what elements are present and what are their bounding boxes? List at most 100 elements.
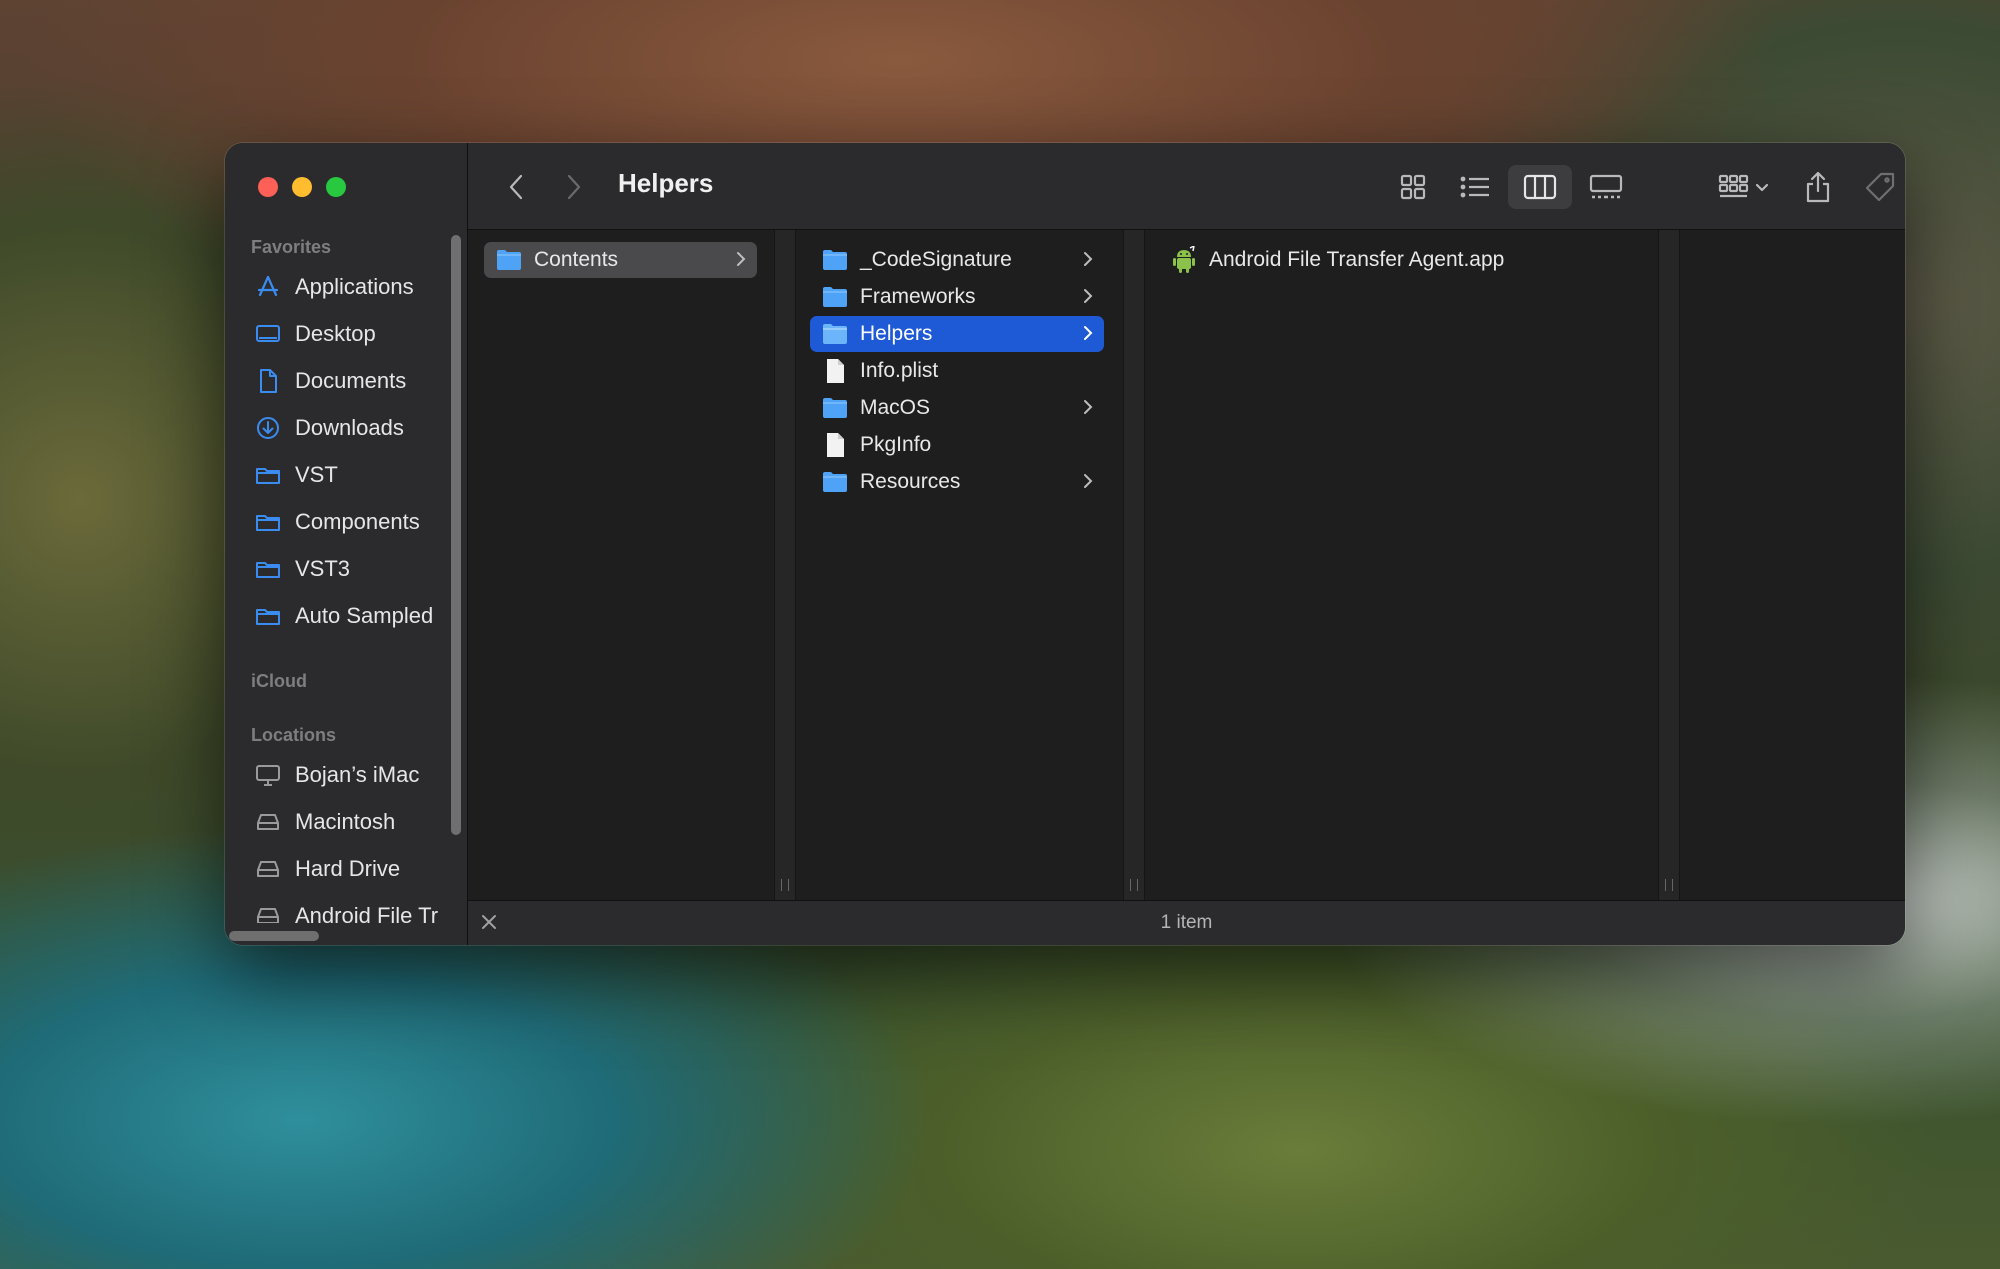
sidebar-item-label: Desktop: [295, 321, 376, 346]
list-item-info-plist[interactable]: Info.plist: [810, 353, 1104, 389]
sidebar-header-icloud[interactable]: iCloud: [251, 671, 307, 692]
sidebar-vertical-scrollbar[interactable]: [451, 235, 461, 835]
item-label: PkgInfo: [860, 433, 932, 456]
sidebar-item-applications[interactable]: Applications: [255, 267, 414, 307]
chevron-right-icon: [1084, 326, 1093, 340]
sidebar-item-vst[interactable]: VST: [255, 455, 338, 495]
zoom-window-button[interactable]: [326, 177, 346, 197]
item-label: Resources: [860, 470, 961, 493]
chevron-right-icon: [1084, 400, 1093, 414]
back-button[interactable]: [498, 165, 534, 209]
sidebar-item-downloads[interactable]: Downloads: [255, 408, 404, 448]
window-controls: [258, 177, 346, 197]
list-icon: [1460, 176, 1489, 198]
item-label: Helpers: [860, 322, 933, 345]
share-button[interactable]: [1796, 165, 1840, 209]
column-resize-handle[interactable]: [1123, 230, 1145, 901]
sidebar-item-label: Macintosh: [295, 809, 396, 834]
item-label: Contents: [534, 248, 619, 271]
sidebar-item-documents[interactable]: Documents: [255, 361, 406, 401]
item-label: Info.plist: [860, 359, 939, 382]
drive-icon: [257, 908, 279, 923]
sidebar-item-label: Bojan’s iMac: [295, 762, 420, 787]
sidebar-header-locations[interactable]: Locations: [251, 725, 336, 746]
group-by-button[interactable]: [1713, 165, 1777, 209]
sidebar-item-label: Downloads: [295, 415, 404, 440]
folder-icon: [496, 249, 522, 271]
folder-icon: [822, 397, 848, 419]
applications-icon: [257, 275, 279, 297]
status-bar: 1 item: [468, 900, 1905, 945]
minimize-window-button[interactable]: [292, 177, 312, 197]
folder-icon: [822, 286, 848, 308]
sidebar-item-label: Documents: [295, 368, 407, 393]
folder-icon: [256, 609, 280, 625]
list-item-contents[interactable]: Contents: [484, 242, 757, 278]
chevron-right-icon: [1084, 289, 1093, 303]
column-view-button[interactable]: [1508, 165, 1572, 209]
item-label: Frameworks: [860, 285, 976, 308]
sidebar-item-label: VST3: [295, 556, 351, 581]
column-2: _CodeSignature Frameworks Helpers Info.p…: [796, 230, 1118, 901]
sidebar-item-hard-drive[interactable]: Hard Drive: [255, 849, 400, 889]
list-item-macos[interactable]: MacOS: [810, 390, 1104, 426]
sidebar-item-label: Auto Sampled: [295, 603, 434, 628]
tag-icon: [1865, 172, 1895, 202]
column-resize-handle[interactable]: [1658, 230, 1680, 901]
computer-icon: [256, 765, 280, 786]
folder-icon: [822, 323, 848, 345]
documents-icon: [260, 369, 277, 393]
desktop-icon: [256, 325, 280, 342]
list-item-resources[interactable]: Resources: [810, 464, 1104, 500]
sidebar-item-macintosh[interactable]: Macintosh: [255, 802, 395, 842]
folder-icon: [256, 468, 280, 484]
drive-icon: [257, 814, 279, 830]
sidebar-item-vst3[interactable]: VST3: [255, 549, 350, 589]
gallery-view-button[interactable]: [1578, 165, 1634, 209]
chevron-right-icon: [737, 252, 746, 266]
grid-icon: [1400, 174, 1426, 200]
sidebar-item-desktop[interactable]: Desktop: [255, 314, 376, 354]
sidebar-item-android-file-transfer[interactable]: Android File Tr: [255, 896, 438, 923]
chevron-left-icon: [509, 174, 523, 200]
sidebar-item-imac[interactable]: Bojan’s iMac: [255, 755, 419, 795]
folder-icon: [256, 562, 280, 578]
column-browser: Contents _CodeSignature Frameworks Helpe…: [468, 230, 1905, 901]
android-app-icon: [1171, 246, 1197, 274]
sidebar-horizontal-scrollbar[interactable]: [229, 931, 319, 941]
list-item-helpers[interactable]: Helpers: [810, 316, 1104, 352]
sidebar-item-label: Applications: [295, 274, 414, 299]
sidebar-item-auto-sampled[interactable]: Auto Sampled: [255, 596, 433, 636]
close-window-button[interactable]: [258, 177, 278, 197]
document-icon: [822, 432, 848, 458]
item-label: Android File Transfer Agent.app: [1209, 248, 1505, 271]
gallery-icon: [1589, 174, 1623, 199]
forward-button[interactable]: [556, 165, 592, 209]
column-3: Android File Transfer Agent.app: [1145, 230, 1655, 901]
downloads-icon: [257, 417, 279, 439]
sidebar-item-label: Android File Tr: [295, 903, 439, 923]
list-item-android-file-transfer-agent[interactable]: Android File Transfer Agent.app: [1159, 242, 1641, 278]
columns-icon: [1523, 174, 1557, 200]
item-label: MacOS: [860, 396, 931, 419]
window-title: Helpers: [618, 168, 714, 198]
group-icon: [1718, 174, 1769, 198]
icon-view-button[interactable]: [1387, 165, 1439, 209]
column-1: Contents: [468, 230, 773, 901]
sidebar-item-label: Components: [295, 509, 420, 534]
list-view-button[interactable]: [1449, 165, 1501, 209]
list-item-pkginfo[interactable]: PkgInfo: [810, 427, 1104, 463]
folder-icon: [822, 471, 848, 493]
drive-icon: [257, 861, 279, 877]
list-item-frameworks[interactable]: Frameworks: [810, 279, 1104, 315]
sidebar: Favorites Applications Desktop Documents…: [225, 143, 468, 945]
tags-button[interactable]: [1858, 165, 1902, 209]
list-item-codesignature[interactable]: _CodeSignature: [810, 242, 1104, 278]
chevron-right-icon: [1084, 474, 1093, 488]
sidebar-item-components[interactable]: Components: [255, 502, 420, 542]
column-resize-handle[interactable]: [774, 230, 796, 901]
sidebar-item-label: VST: [295, 462, 338, 487]
sidebar-header-favorites: Favorites: [251, 237, 332, 257]
item-count: 1 item: [1160, 912, 1213, 933]
share-icon: [1806, 171, 1830, 203]
